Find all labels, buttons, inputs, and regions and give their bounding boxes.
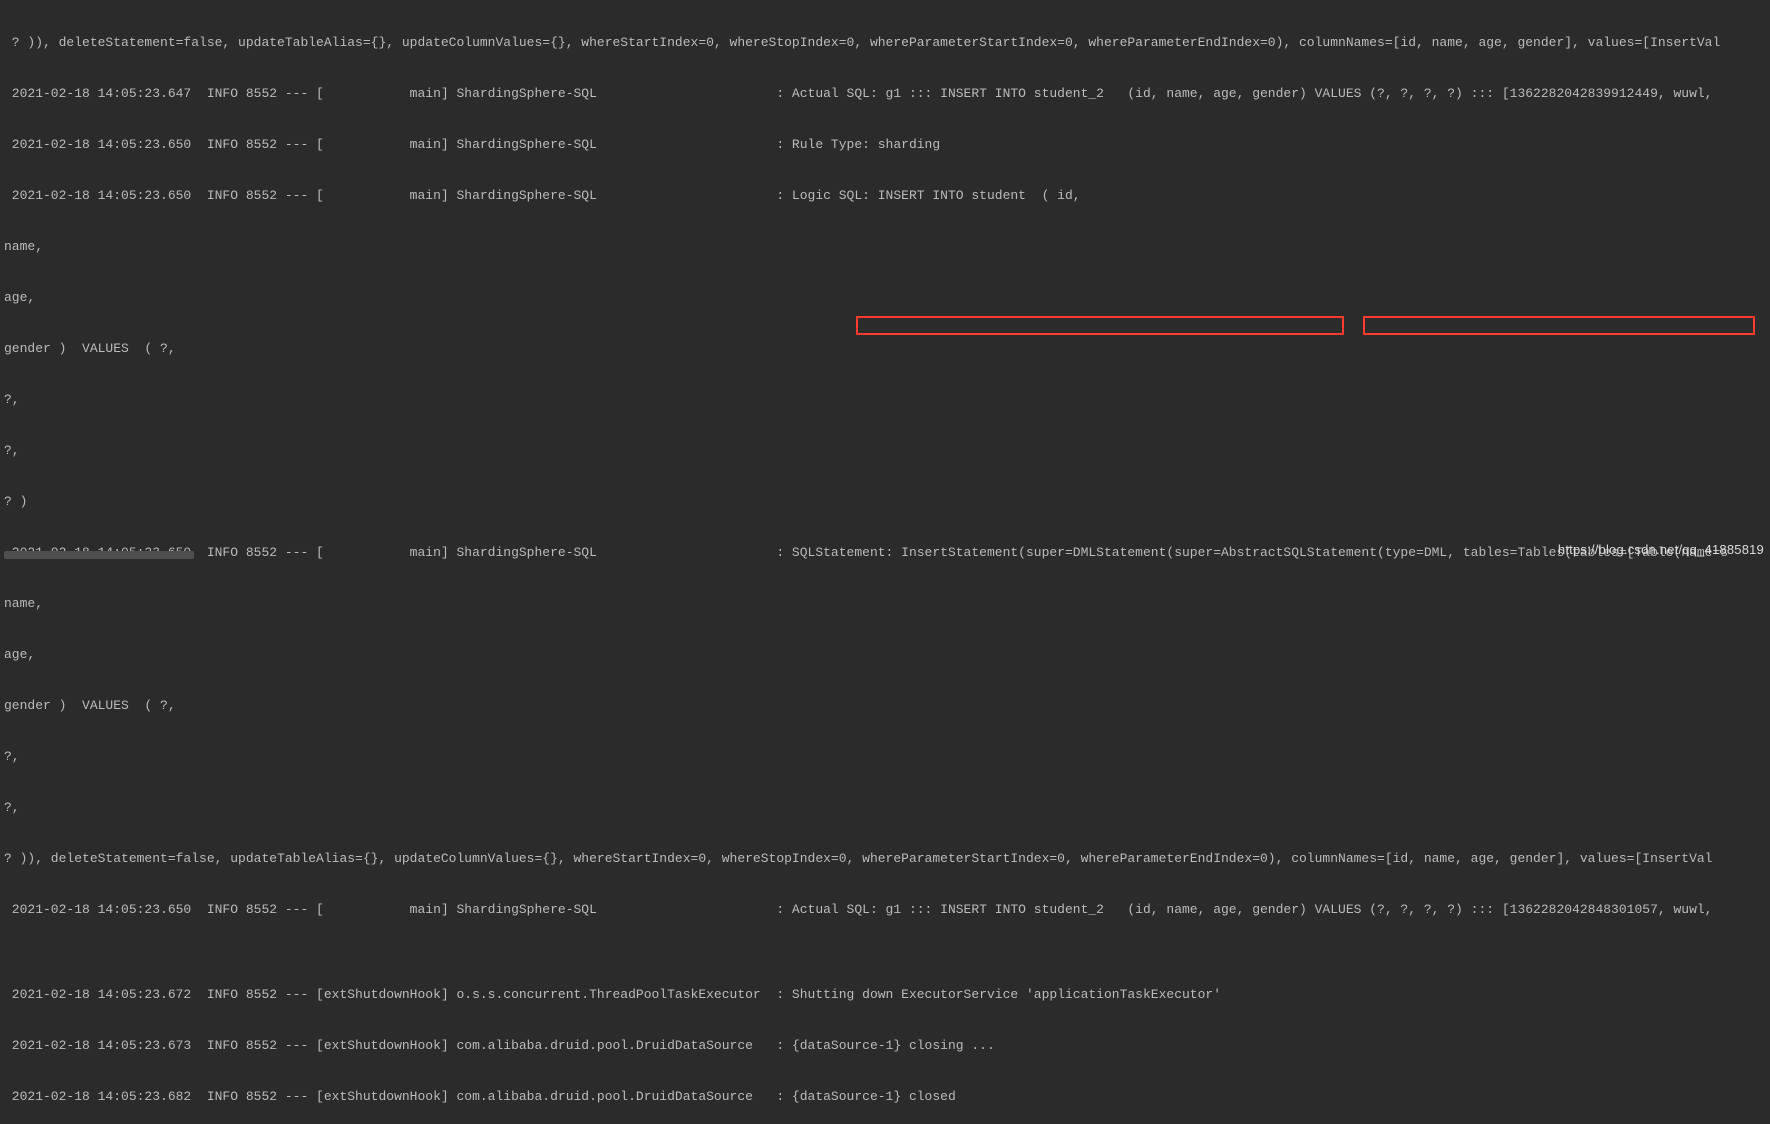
log-line: 2021-02-18 14:05:23.650 INFO 8552 --- [ … — [4, 901, 1766, 918]
log-line: ? ) — [4, 493, 1766, 510]
log-line: ?, — [4, 442, 1766, 459]
log-line: name, — [4, 238, 1766, 255]
horizontal-scrollbar-thumb[interactable] — [4, 551, 194, 559]
log-line: ?, — [4, 391, 1766, 408]
log-line: 2021-02-18 14:05:23.650 INFO 8552 --- [ … — [4, 187, 1766, 204]
log-line: 2021-02-18 14:05:23.672 INFO 8552 --- [e… — [4, 986, 1766, 1003]
log-line: 2021-02-18 14:05:23.650 INFO 8552 --- [ … — [4, 544, 1766, 561]
console-output: ? )), deleteStatement=false, updateTable… — [0, 0, 1770, 1124]
log-line: age, — [4, 646, 1766, 663]
watermark-text: https://blog.csdn.net/qq_41885819 — [1558, 541, 1764, 558]
log-line: gender ) VALUES ( ?, — [4, 697, 1766, 714]
log-line: age, — [4, 289, 1766, 306]
log-line: gender ) VALUES ( ?, — [4, 340, 1766, 357]
log-line: 2021-02-18 14:05:23.673 INFO 8552 --- [e… — [4, 1037, 1766, 1054]
log-line: 2021-02-18 14:05:23.682 INFO 8552 --- [e… — [4, 1088, 1766, 1105]
log-line: ? )), deleteStatement=false, updateTable… — [4, 850, 1766, 867]
log-line: ? )), deleteStatement=false, updateTable… — [4, 34, 1766, 51]
log-line: ?, — [4, 799, 1766, 816]
log-line: 2021-02-18 14:05:23.650 INFO 8552 --- [ … — [4, 136, 1766, 153]
log-line: ?, — [4, 748, 1766, 765]
log-line: name, — [4, 595, 1766, 612]
log-line: 2021-02-18 14:05:23.647 INFO 8552 --- [ … — [4, 85, 1766, 102]
